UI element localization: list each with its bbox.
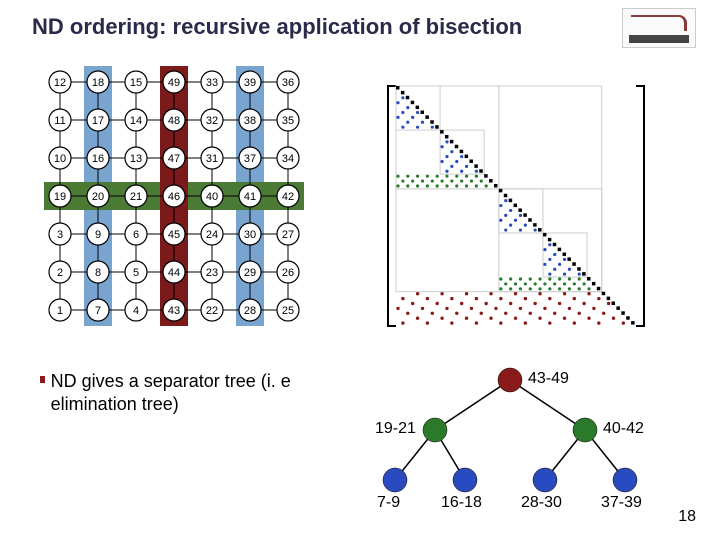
- bullet-text: ND gives a separator tree (i. e eliminat…: [51, 370, 300, 415]
- svg-text:13: 13: [130, 153, 142, 165]
- svg-text:17: 17: [92, 115, 104, 127]
- tree-leaf-2-label: 28-30: [521, 494, 562, 512]
- tree-leaf-3-label: 37-39: [601, 494, 642, 512]
- svg-text:14: 14: [130, 115, 142, 127]
- svg-text:6: 6: [133, 229, 139, 241]
- svg-text:16: 16: [92, 153, 104, 165]
- slide-title: ND ordering: recursive application of bi…: [32, 14, 522, 40]
- nested-dissection-grid: 1218154933393611171448323835101613473137…: [40, 62, 320, 340]
- svg-text:3: 3: [57, 229, 63, 241]
- svg-text:18: 18: [92, 77, 104, 89]
- separator-tree: 43-49 19-21 40-42 7-9 16-18 28-30 37-39: [340, 360, 680, 510]
- tree-right-label: 40-42: [603, 420, 644, 438]
- svg-text:32: 32: [206, 115, 218, 127]
- tree-leaf-0-label: 7-9: [377, 494, 400, 512]
- svg-text:43: 43: [168, 305, 180, 317]
- svg-text:2: 2: [57, 267, 63, 279]
- svg-text:1: 1: [57, 305, 63, 317]
- svg-text:45: 45: [168, 229, 180, 241]
- svg-text:25: 25: [282, 305, 294, 317]
- svg-text:27: 27: [282, 229, 294, 241]
- sparsity-pattern-diagram: [372, 62, 672, 340]
- svg-text:15: 15: [130, 77, 142, 89]
- bullet-icon: [40, 376, 45, 383]
- bullet-point: ND gives a separator tree (i. e eliminat…: [40, 370, 300, 415]
- svg-text:37: 37: [244, 153, 256, 165]
- svg-text:38: 38: [244, 115, 256, 127]
- svg-text:33: 33: [206, 77, 218, 89]
- svg-text:46: 46: [168, 191, 180, 203]
- tree-root-label: 43-49: [528, 370, 569, 388]
- svg-text:21: 21: [130, 191, 142, 203]
- svg-text:11: 11: [54, 115, 65, 127]
- svg-text:22: 22: [206, 305, 218, 317]
- svg-text:39: 39: [244, 77, 256, 89]
- svg-text:49: 49: [168, 77, 180, 89]
- svg-text:7: 7: [95, 305, 101, 317]
- svg-text:9: 9: [95, 229, 101, 241]
- svg-text:41: 41: [244, 191, 256, 203]
- svg-text:42: 42: [282, 191, 294, 203]
- svg-text:44: 44: [168, 267, 180, 279]
- svg-text:24: 24: [206, 229, 218, 241]
- berkeley-lab-logo: [622, 8, 696, 48]
- svg-text:20: 20: [92, 191, 104, 203]
- svg-text:19: 19: [54, 191, 66, 203]
- tree-left-label: 19-21: [375, 420, 416, 438]
- svg-text:36: 36: [282, 77, 294, 89]
- tree-leaf-1-label: 16-18: [441, 494, 482, 512]
- svg-text:8: 8: [95, 267, 101, 279]
- svg-text:10: 10: [54, 153, 66, 165]
- svg-text:30: 30: [244, 229, 256, 241]
- page-number: 18: [678, 508, 696, 526]
- svg-text:29: 29: [244, 267, 256, 279]
- svg-text:48: 48: [168, 115, 180, 127]
- svg-text:47: 47: [168, 153, 180, 165]
- svg-text:31: 31: [206, 153, 218, 165]
- svg-text:23: 23: [206, 267, 218, 279]
- svg-text:4: 4: [133, 305, 139, 317]
- svg-text:12: 12: [54, 77, 66, 89]
- svg-text:40: 40: [206, 191, 218, 203]
- svg-text:28: 28: [244, 305, 256, 317]
- svg-text:34: 34: [282, 153, 294, 165]
- svg-text:26: 26: [282, 267, 294, 279]
- svg-text:5: 5: [133, 267, 139, 279]
- svg-text:35: 35: [282, 115, 294, 127]
